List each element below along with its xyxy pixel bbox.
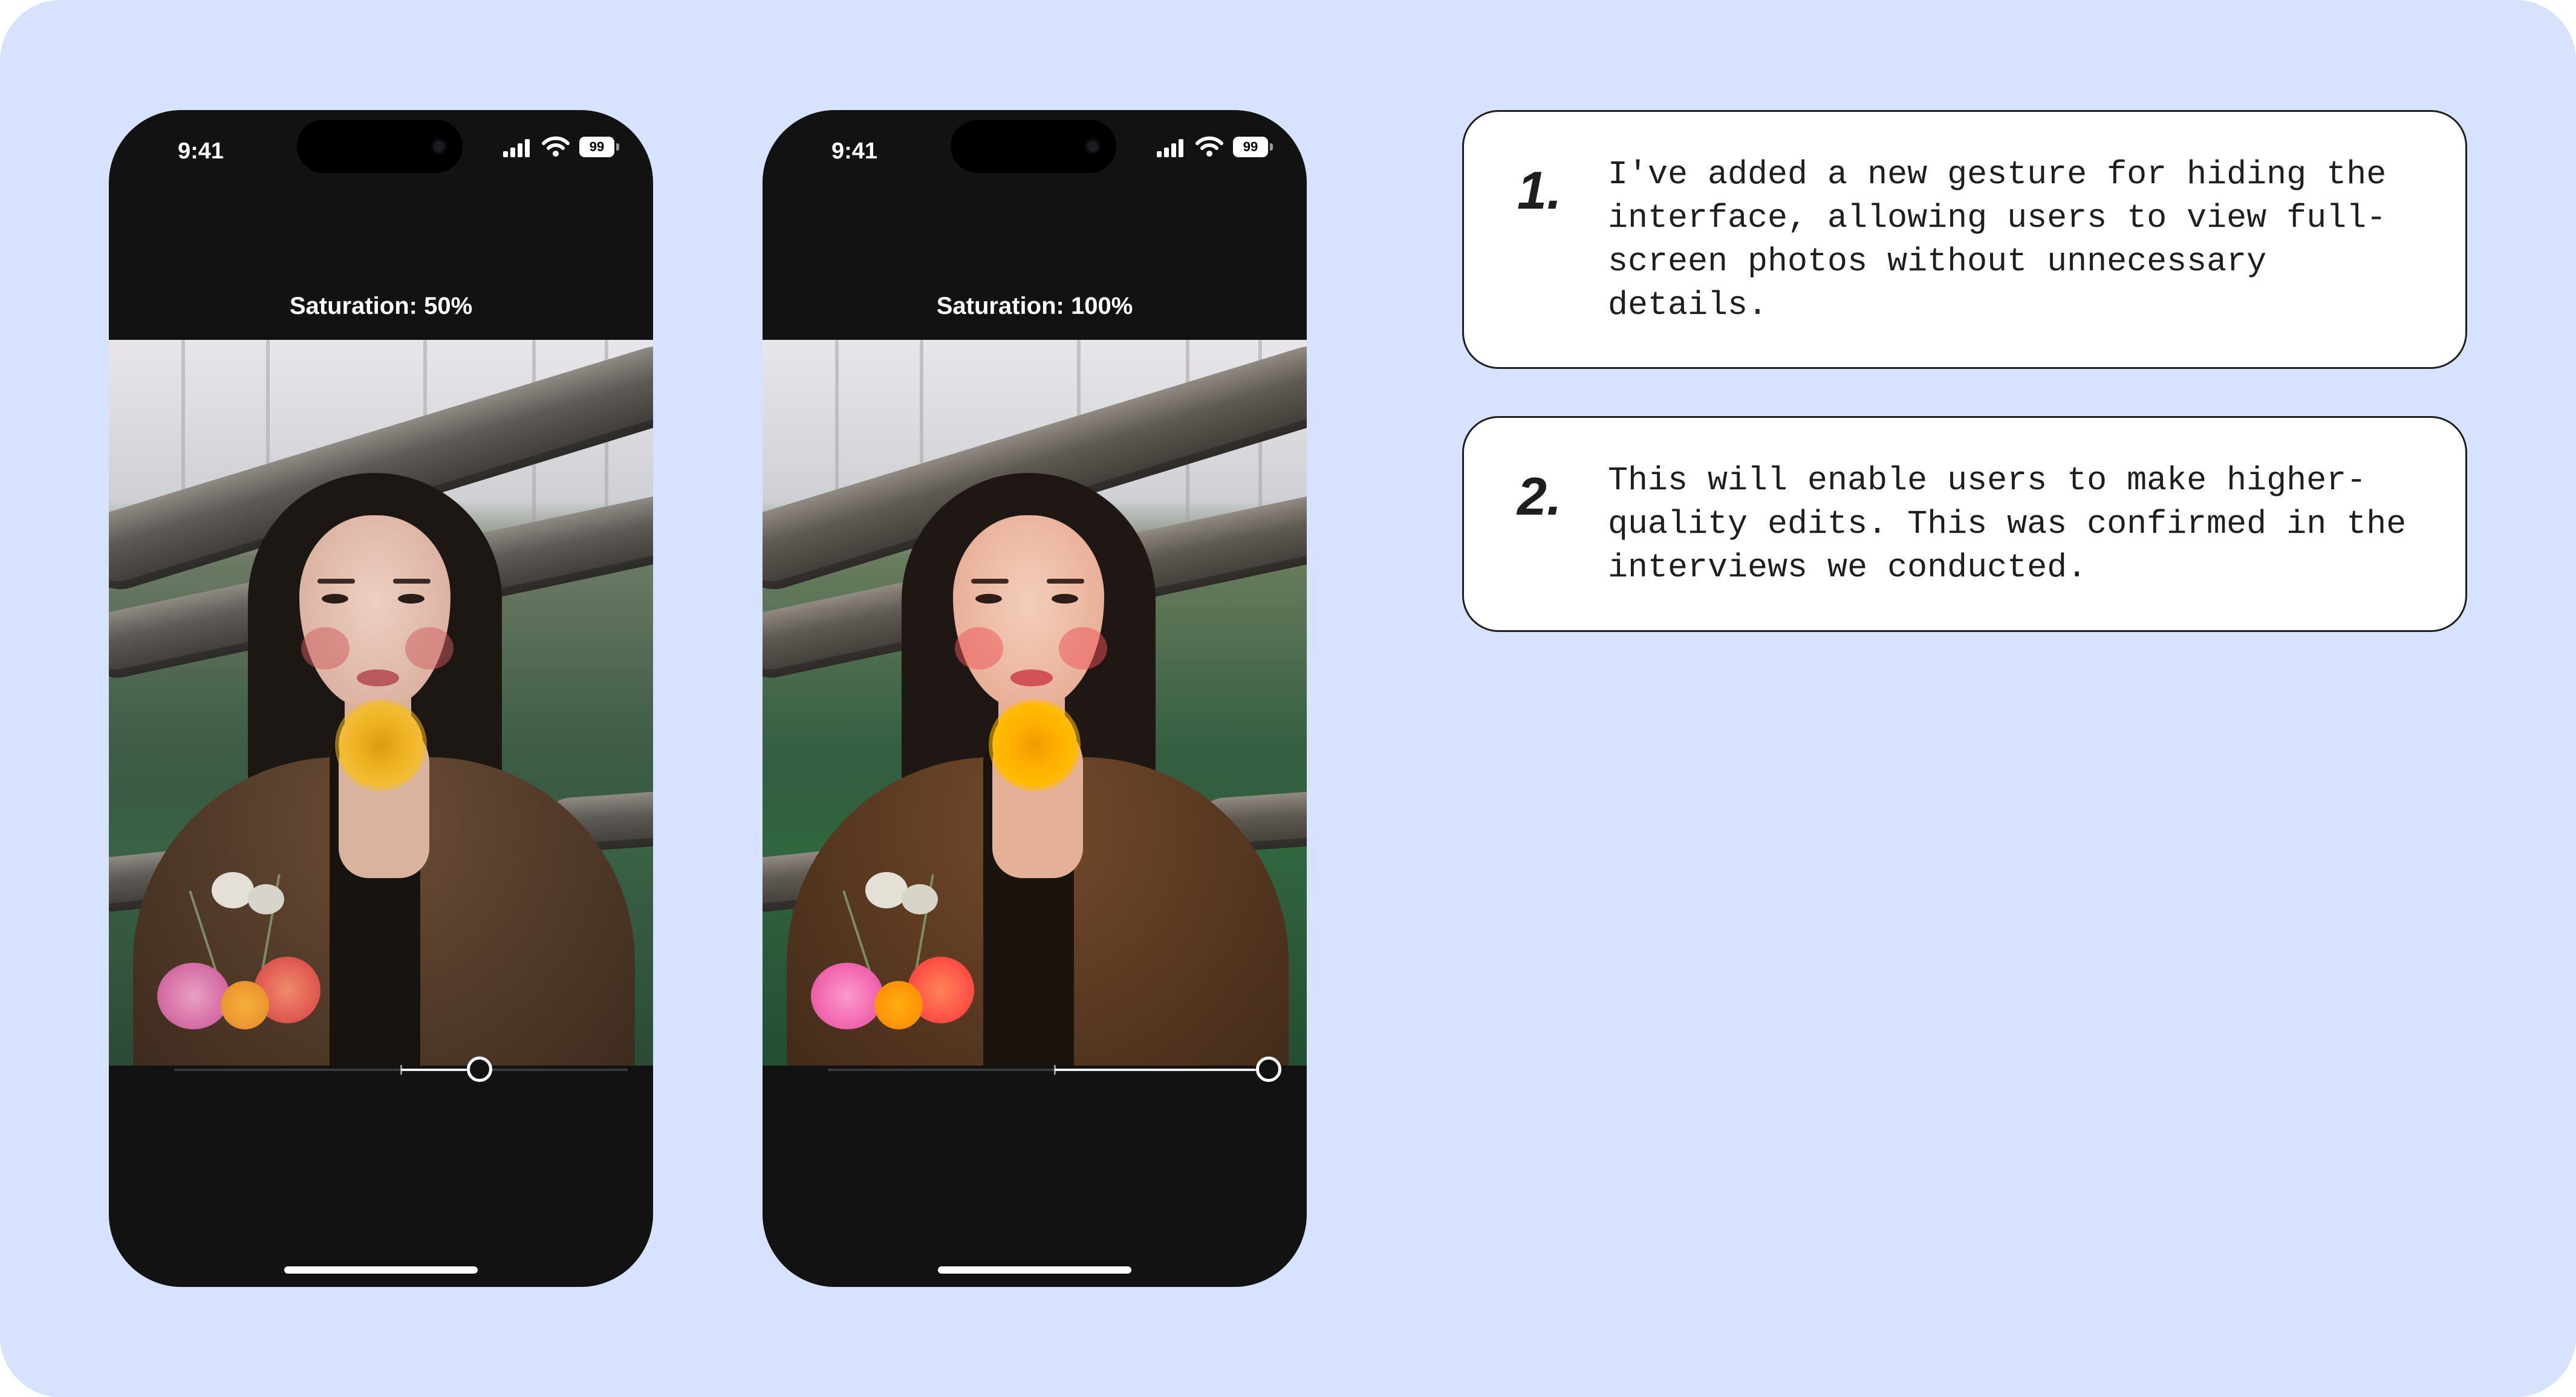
note-number: 2. xyxy=(1517,466,1562,526)
note-number: 1. xyxy=(1517,160,1562,220)
slider-fill xyxy=(1055,1069,1256,1071)
wifi-icon xyxy=(1195,136,1223,157)
saturation-slider[interactable] xyxy=(174,1057,628,1083)
home-indicator[interactable] xyxy=(938,1266,1131,1274)
signal-icon xyxy=(503,138,531,157)
note-text: I've added a new gesture for hiding the … xyxy=(1608,155,2387,324)
battery-icon: 99 xyxy=(1233,137,1273,157)
phone-mockup-right: 9:41 99 Saturation: 100% xyxy=(763,110,1307,1287)
saturation-label: Saturation: 100% xyxy=(936,293,1133,319)
status-time: 9:41 xyxy=(178,138,224,164)
presentation-board: 9:41 99 Saturation: 50% 9:41 99 Saturati… xyxy=(0,0,2576,1397)
status-time: 9:41 xyxy=(831,138,878,164)
saturation-label: Saturation: 50% xyxy=(289,293,473,319)
home-indicator[interactable] xyxy=(284,1266,478,1274)
wifi-icon xyxy=(542,136,570,157)
note-card: 2. This will enable users to make higher… xyxy=(1462,416,2467,632)
slider-thumb[interactable] xyxy=(467,1057,492,1082)
status-bar: 9:41 99 xyxy=(109,110,653,189)
battery-level: 99 xyxy=(579,137,614,157)
phone-mockup-left: 9:41 99 Saturation: 50% xyxy=(109,110,653,1287)
note-text: This will enable users to make higher-qu… xyxy=(1608,461,2407,587)
camera-icon xyxy=(1085,138,1101,154)
status-bar: 9:41 99 xyxy=(763,110,1307,189)
saturation-slider[interactable] xyxy=(828,1057,1281,1083)
slider-fill xyxy=(401,1069,467,1071)
signal-icon xyxy=(1157,138,1185,157)
slider-thumb[interactable] xyxy=(1256,1057,1281,1082)
note-card: 1. I've added a new gesture for hiding t… xyxy=(1462,110,2467,369)
dynamic-island xyxy=(297,120,463,173)
battery-level: 99 xyxy=(1233,137,1268,157)
battery-icon: 99 xyxy=(579,137,619,157)
camera-icon xyxy=(431,138,447,154)
photo-preview[interactable] xyxy=(109,340,653,1066)
photo-preview[interactable] xyxy=(763,340,1307,1066)
dynamic-island xyxy=(951,120,1116,173)
